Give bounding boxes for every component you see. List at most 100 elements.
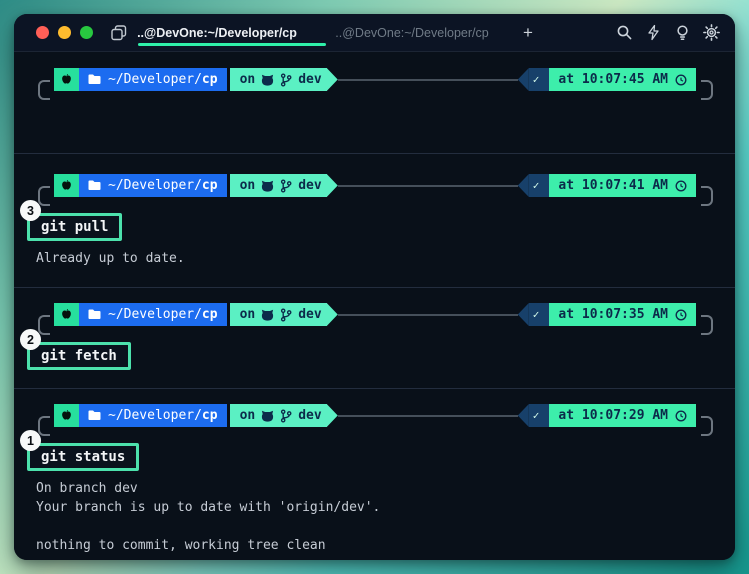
prompt-right-bracket — [701, 415, 713, 436]
segment-arrow — [517, 303, 529, 326]
git-branch-icon — [281, 178, 292, 193]
command-output: On branch dev Your branch is up to date … — [36, 479, 735, 555]
clock-icon — [675, 74, 687, 85]
path-segment: ~/Developer/cp — [79, 404, 227, 427]
prompt-right-bracket — [701, 314, 713, 335]
prompt-connector-line — [337, 313, 518, 316]
git-branch-segment: on dev — [229, 404, 327, 427]
git-branch-icon — [281, 408, 292, 423]
check-icon: ✓ — [532, 308, 540, 321]
bolt-icon[interactable] — [645, 24, 662, 41]
output-line: nothing to commit, working tree clean — [36, 538, 326, 553]
prompt-left-bracket — [38, 415, 50, 436]
prompt-left-bracket — [38, 185, 50, 206]
github-icon — [262, 74, 274, 86]
output-line: Already up to date. — [36, 251, 185, 266]
prompt-row: ~/Developer/cp on dev ✓ at 10:07:41 AM — [38, 174, 713, 206]
step-badge-2: 2 — [20, 329, 41, 350]
prompt-time: at 10:07:35 AM — [558, 307, 668, 322]
path-segment: ~/Developer/cp — [79, 68, 227, 91]
exit-status-segment: ✓ — [528, 404, 550, 427]
prompt-right-bracket — [701, 79, 713, 100]
prompt-row: ~/Developer/cp on dev ✓ at 10:07:29 AM — [38, 404, 713, 436]
prompt-path: ~/Developer/cp — [108, 307, 218, 322]
lightbulb-icon[interactable] — [674, 24, 691, 41]
terminal-window: ..@DevOne:~/Developer/cp ..@DevOne:~/Dev… — [14, 14, 735, 560]
minimize-window-button[interactable] — [58, 26, 71, 39]
prompt-branch: dev — [298, 408, 322, 423]
segment-arrow — [326, 68, 338, 91]
gear-icon[interactable] — [703, 24, 720, 41]
git-branch-segment: on dev — [229, 303, 327, 326]
prompt-connector-line — [337, 414, 518, 417]
prompt-path: ~/Developer/cp — [108, 408, 218, 423]
path-segment: ~/Developer/cp — [79, 303, 227, 326]
exit-status-segment: ✓ — [528, 68, 550, 91]
folder-icon — [88, 309, 101, 319]
check-icon: ✓ — [532, 179, 540, 192]
time-segment: at 10:07:35 AM — [549, 303, 696, 326]
prompt-time: at 10:07:45 AM — [558, 72, 668, 87]
apple-icon — [62, 409, 71, 420]
tab-active-indicator — [138, 43, 326, 46]
segment-arrow — [517, 174, 529, 197]
prompt-on-label: on — [239, 307, 256, 322]
os-segment — [54, 303, 79, 326]
apple-icon — [62, 179, 71, 190]
os-segment — [54, 68, 79, 91]
git-branch-segment: on dev — [229, 174, 327, 197]
tab-inactive-title: ..@DevOne:~/Developer/cp — [335, 25, 489, 40]
prompt-path: ~/Developer/cp — [108, 72, 218, 87]
prompt-branch: dev — [298, 307, 322, 322]
exit-status-segment: ✓ — [528, 174, 550, 197]
command-git-status: git status — [27, 443, 140, 471]
os-segment — [54, 404, 79, 427]
segment-arrow — [326, 174, 338, 197]
command-annotation: 1 git status — [20, 430, 140, 471]
output-line: On branch dev — [36, 481, 138, 496]
path-segment: ~/Developer/cp — [79, 174, 227, 197]
check-icon: ✓ — [532, 409, 540, 422]
zoom-window-button[interactable] — [80, 26, 93, 39]
command-annotation: 2 git fetch — [20, 329, 131, 370]
close-window-button[interactable] — [36, 26, 49, 39]
git-branch-icon — [281, 72, 292, 87]
folder-icon — [88, 410, 101, 420]
new-tab-button[interactable]: + — [510, 14, 546, 51]
prompt-path: ~/Developer/cp — [108, 178, 218, 193]
step-badge-1: 1 — [20, 430, 41, 451]
tab-inactive[interactable]: ..@DevOne:~/Developer/cp — [332, 14, 492, 51]
prompt-block: ~/Developer/cp on dev ✓ at 10:07:29 AM 1… — [14, 388, 735, 560]
prompt-connector-line — [337, 184, 518, 187]
tab-bar: ..@DevOne:~/Developer/cp ..@DevOne:~/Dev… — [14, 14, 735, 52]
clock-icon — [675, 309, 687, 320]
tab-active[interactable]: ..@DevOne:~/Developer/cp — [118, 14, 326, 51]
output-line: Your branch is up to date with 'origin/d… — [36, 500, 381, 515]
tab-active-title: ..@DevOne:~/Developer/cp — [137, 25, 297, 40]
prompt-connector-line — [337, 78, 518, 81]
folder-icon — [88, 74, 101, 84]
terminal-content[interactable]: ~/Developer/cp on dev ✓ at 10:07:45 AM ~… — [14, 52, 735, 560]
prompt-on-label: on — [239, 72, 256, 87]
prompt-left-bracket — [38, 79, 50, 100]
github-icon — [262, 410, 274, 422]
prompt-block: ~/Developer/cp on dev ✓ at 10:07:45 AM — [14, 52, 735, 153]
time-segment: at 10:07:29 AM — [549, 404, 696, 427]
apple-icon — [62, 308, 71, 319]
search-icon[interactable] — [616, 24, 633, 41]
check-icon: ✓ — [532, 73, 540, 86]
git-branch-segment: on dev — [229, 68, 327, 91]
time-segment: at 10:07:41 AM — [549, 174, 696, 197]
command-annotation: 3 git pull — [20, 200, 123, 241]
command-output: Already up to date. — [36, 249, 735, 268]
clock-icon — [675, 410, 687, 421]
prompt-on-label: on — [239, 178, 256, 193]
clock-icon — [675, 180, 687, 191]
github-icon — [262, 309, 274, 321]
os-segment — [54, 174, 79, 197]
github-icon — [262, 180, 274, 192]
exit-status-segment: ✓ — [528, 303, 550, 326]
segment-arrow — [326, 303, 338, 326]
prompt-time: at 10:07:29 AM — [558, 408, 668, 423]
